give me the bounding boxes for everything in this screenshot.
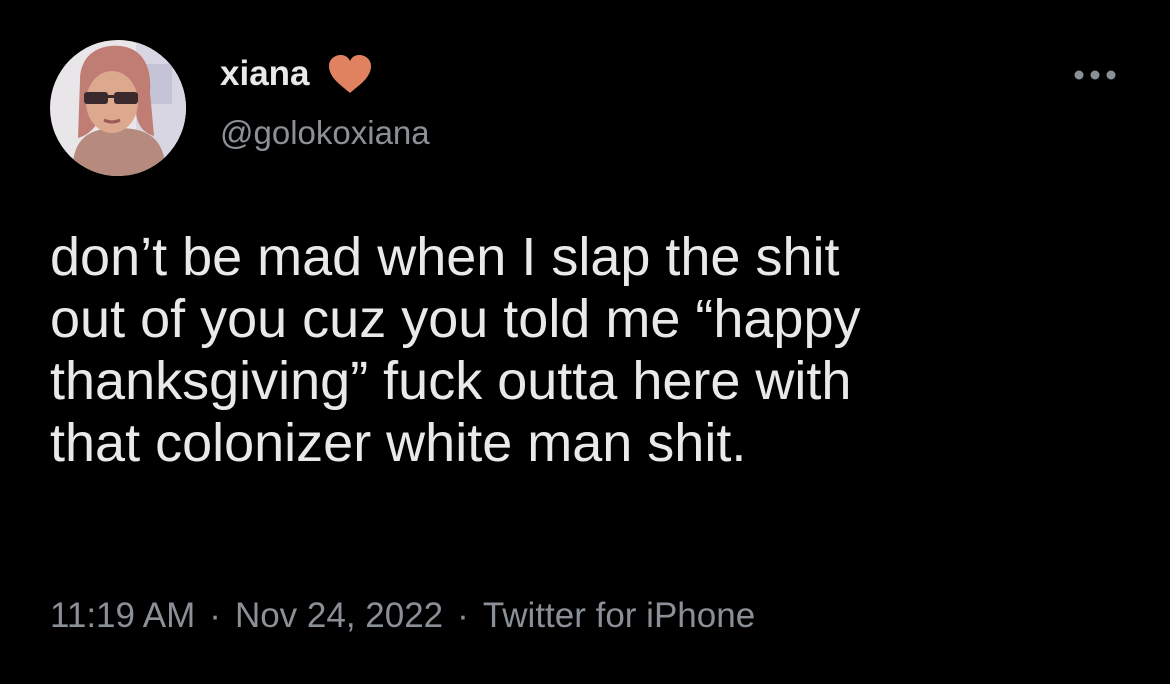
author-handle[interactable]: @golokoxiana [220, 112, 430, 154]
tweet-source[interactable]: Twitter for iPhone [483, 596, 755, 635]
tweet-card: xiana @golokoxiana don’t be mad when I s… [0, 0, 1170, 684]
tweet-text-line: thanksgiving” fuck outta here with [50, 351, 852, 411]
tweet-text-line: out of you cuz you told me “happy [50, 289, 861, 349]
avatar[interactable] [50, 40, 186, 176]
tweet-text-line: that colonizer white man shit. [50, 413, 747, 473]
display-name[interactable]: xiana [220, 52, 310, 96]
more-horizontal-icon [1074, 70, 1116, 80]
avatar-image [50, 40, 186, 176]
separator: · [457, 596, 469, 635]
separator: · [209, 596, 221, 635]
tweet-text: don’t be mad when I slap the shit out of… [50, 226, 1130, 474]
tweet-date[interactable]: Nov 24, 2022 [235, 596, 443, 635]
more-options-button[interactable] [1068, 60, 1122, 90]
tweet-time[interactable]: 11:19 AM [50, 596, 195, 635]
tweet-text-line: don’t be mad when I slap the shit [50, 227, 840, 287]
tweet-metadata: 11:19 AM · Nov 24, 2022 · Twitter for iPhone [50, 594, 755, 638]
heart-icon [328, 55, 371, 93]
author-row: xiana [220, 52, 374, 96]
